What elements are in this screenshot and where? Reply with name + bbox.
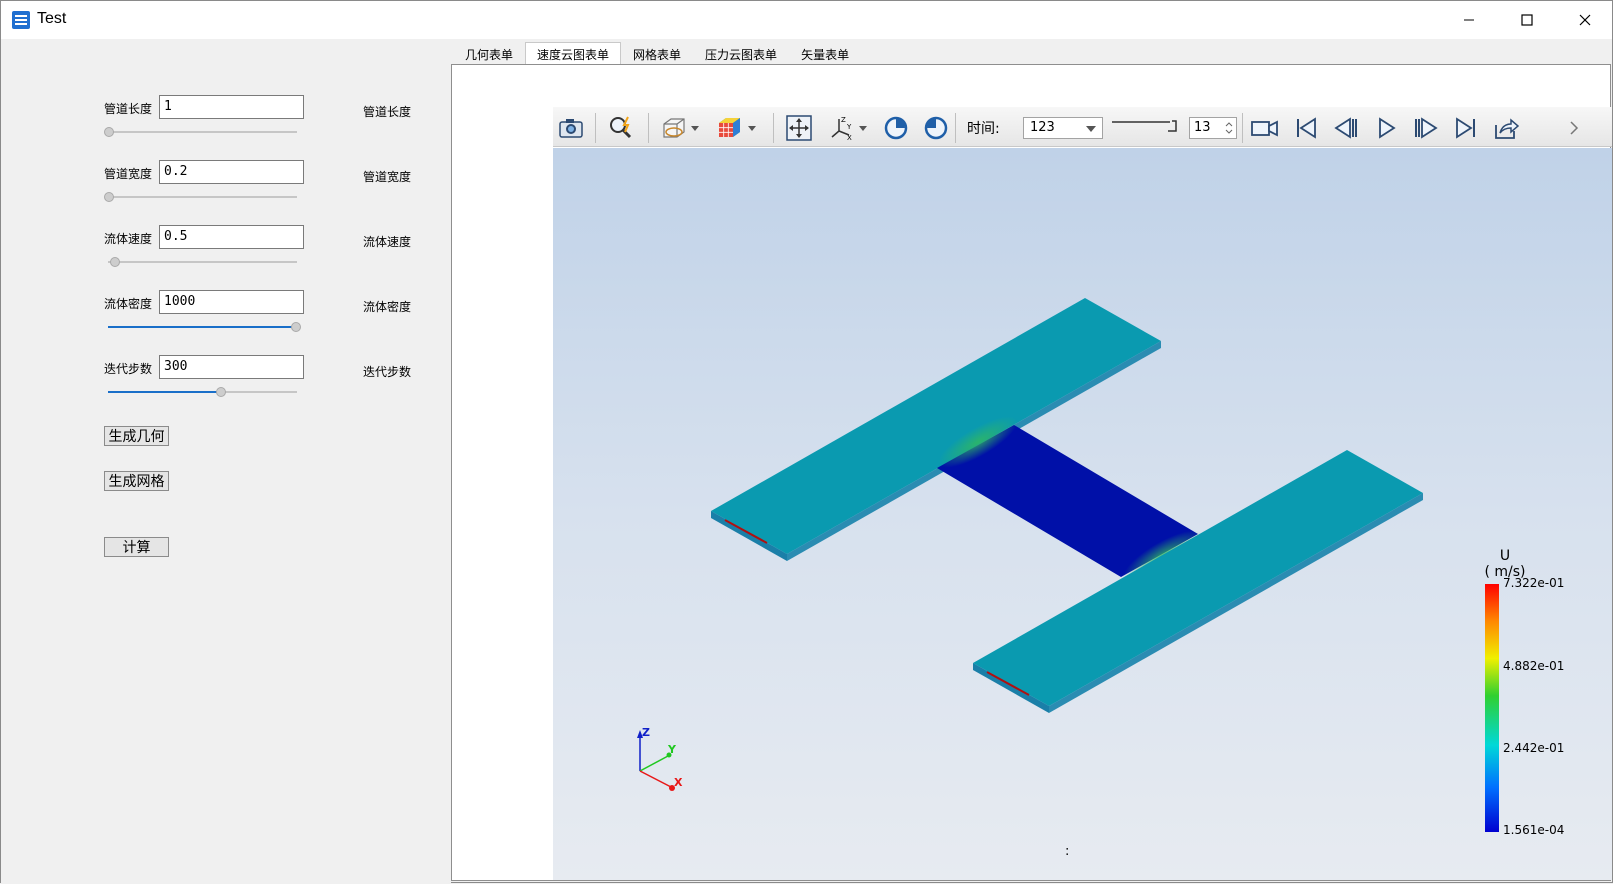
time-label: 时间: [967,121,1000,137]
fluid-velocity-slider[interactable] [104,256,301,268]
fluid-velocity-input[interactable]: 0.5 [159,225,304,249]
play-icon[interactable] [1373,115,1399,141]
axis-z-label: Z [642,726,650,739]
app-window: Test 管道长度 1 管道长度 管道宽度 0.2 管道宽度 流体速度 0.5 … [0,0,1613,884]
camera-icon[interactable] [558,115,584,141]
pipe-width-input[interactable]: 0.2 [159,160,304,184]
tab-mesh[interactable]: 网格表单 [621,42,693,65]
spin-arrows-icon[interactable] [1225,121,1233,135]
display-mode-icon[interactable] [661,115,687,141]
compute-button[interactable]: 计算 [104,537,169,557]
render-viewport[interactable]: Z Y X U ( m/s) 7.322e-01 4.882e-01 2.442… [553,148,1612,880]
axes-icon[interactable]: Z Y X [829,115,855,141]
slider-handle[interactable] [109,257,120,267]
maximize-button[interactable] [1498,1,1556,39]
legend-max-label: 7.322e-01 [1503,576,1565,590]
tab-velocity-contour[interactable]: 速度云图表单 [525,42,622,65]
prev-frame-icon[interactable] [1333,115,1359,141]
time-select-value: 123 [1030,120,1055,135]
svg-text:X: X [847,134,852,141]
param-side-label-fluid-density: 流体密度 [363,300,412,314]
fluid-density-input[interactable]: 1000 [159,290,304,314]
minimize-button[interactable] [1440,1,1498,39]
param-side-label-pipe-width: 管道宽度 [363,170,412,184]
tab-bar: 几何表单 速度云图表单 网格表单 压力云图表单 矢量表单 [453,42,861,65]
frame-spinbox-value: 13 [1194,120,1211,135]
first-frame-icon[interactable] [1293,115,1319,141]
rotate-ccw-icon[interactable] [923,115,949,141]
rotate-cw-icon[interactable] [883,115,909,141]
legend-tick-label: 4.882e-01 [1503,659,1565,673]
slider-handle[interactable] [104,192,114,202]
param-label-fluid-density: 流体密度 [104,297,153,311]
chevron-down-icon[interactable] [746,115,758,141]
orientation-axes-icon: Z Y X [637,726,683,791]
axis-y-label: Y [667,743,677,756]
slider-handle[interactable] [104,127,114,137]
export-icon[interactable] [1493,115,1519,141]
slider-handle[interactable] [291,322,301,332]
toolbar-overflow-icon[interactable] [1568,115,1580,141]
param-label-iterations: 迭代步数 [104,362,153,376]
param-label-pipe-width: 管道宽度 [104,167,153,181]
pipe-length-slider[interactable] [104,126,301,138]
status-text: : [1065,844,1070,859]
param-label-fluid-velocity: 流体速度 [104,232,153,246]
axis-x-label: X [674,776,683,789]
app-icon [12,11,30,29]
frame-spinbox[interactable]: 13 [1189,117,1237,139]
pipe-length-input[interactable]: 1 [159,95,304,119]
tab-geometry[interactable]: 几何表单 [453,42,525,65]
slider-handle[interactable] [216,387,227,397]
iterations-slider[interactable] [104,386,301,398]
chevron-down-icon[interactable] [857,115,869,141]
time-select[interactable]: 123 [1023,117,1103,139]
window-title: Test [37,10,67,27]
close-button[interactable] [1556,1,1613,39]
param-label-pipe-length: 管道长度 [104,102,153,116]
chevron-down-icon[interactable] [689,115,701,141]
legend-variable: U [1499,548,1511,564]
tab-pressure-contour[interactable]: 压力云图表单 [693,42,789,65]
generate-geometry-button[interactable]: 生成几何 [104,426,169,446]
parameter-panel: 管道长度 1 管道长度 管道宽度 0.2 管道宽度 流体速度 0.5 流体速度 … [1,39,451,884]
svg-text:Z: Z [841,116,846,124]
generate-mesh-button[interactable]: 生成网格 [104,471,169,491]
fit-view-icon[interactable] [786,115,812,141]
iterations-input[interactable]: 300 [159,355,304,379]
time-slider[interactable] [1110,119,1180,133]
maximize-icon [1521,14,1533,26]
legend-min-label: 1.561e-04 [1503,823,1565,837]
legend-tick-label: 2.442e-01 [1503,741,1565,755]
zoom-icon[interactable] [608,115,634,141]
param-side-label-fluid-velocity: 流体速度 [363,235,412,249]
fluid-density-slider[interactable] [104,321,301,333]
title-bar: Test [1,1,1612,39]
pipe-width-slider[interactable] [104,191,301,203]
record-icon[interactable] [1250,115,1280,141]
param-side-label-pipe-length: 管道长度 [363,105,412,119]
last-frame-icon[interactable] [1453,115,1479,141]
velocity-contour-plot: Z Y X [637,298,1423,791]
legend-colorbar [1485,584,1499,832]
svg-text:Y: Y [846,123,852,131]
param-side-label-iterations: 迭代步数 [363,365,412,379]
chevron-down-icon [1086,126,1096,132]
color-cube-icon[interactable] [716,115,742,141]
tab-vector[interactable]: 矢量表单 [789,42,861,65]
velocity-tab-pane: Z Y X 时间: 123 13 Z Y X U (m/s) 7.322e-0… [451,64,1612,881]
minimize-icon [1464,19,1474,21]
next-frame-icon[interactable] [1413,115,1439,141]
viewer-toolbar: Z Y X 时间: 123 13 [553,107,1612,147]
close-icon [1579,14,1591,26]
